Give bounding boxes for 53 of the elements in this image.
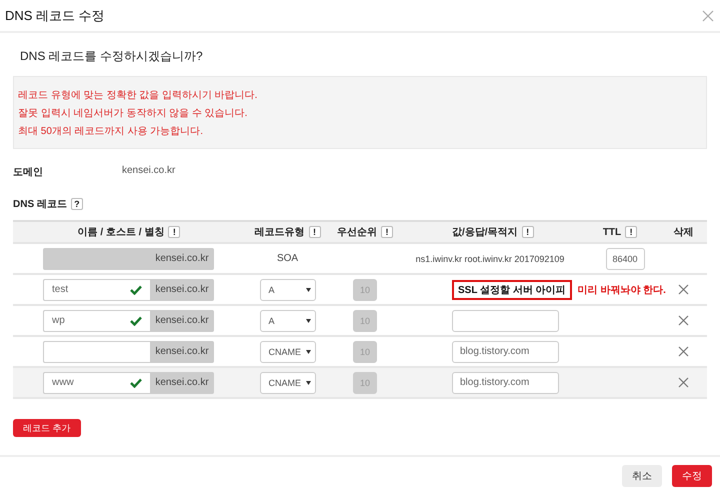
record-type-select[interactable]: A <box>260 310 316 332</box>
domain-suffix: kensei.co.kr <box>150 372 214 394</box>
column-header: 우선순위 <box>337 226 377 239</box>
confirm-button[interactable]: 수정 <box>672 465 712 487</box>
host-field[interactable] <box>43 340 150 362</box>
column-header: 삭제 <box>674 226 694 239</box>
notice-text: 잘못 입력시 네임서버가 동작하지 않을 수 있습니다. <box>17 107 248 121</box>
delete-icon[interactable] <box>678 346 689 357</box>
caret-icon <box>306 288 310 292</box>
value-field[interactable]: blog.tistory.com <box>452 372 559 394</box>
domain-suffix: kensei.co.kr <box>150 248 214 270</box>
record-type: SOA <box>276 253 298 264</box>
records-label: DNS 레코드 <box>13 198 67 211</box>
value-field[interactable]: blog.tistory.com <box>452 340 559 362</box>
column-header: 이름 / 호스트 / 별칭 <box>78 226 164 239</box>
close-icon[interactable] <box>702 10 714 22</box>
column-header: 값/응답/목적지 <box>452 226 518 239</box>
help-button[interactable]: ! <box>522 226 534 238</box>
help-button[interactable]: ! <box>625 226 638 238</box>
domain-value: kensei.co.kr <box>122 165 176 178</box>
domain-label: 도메인 <box>13 166 44 180</box>
value-field[interactable] <box>452 310 559 332</box>
host-field[interactable]: wp <box>43 310 150 332</box>
caret-icon <box>306 350 310 354</box>
record-type-select[interactable]: CNAME <box>260 340 316 362</box>
host-field[interactable]: test <box>43 278 150 300</box>
column-header: 레코드유형 <box>254 226 304 239</box>
record-type-select[interactable]: CNAME <box>260 372 316 394</box>
caret-icon <box>306 380 310 384</box>
delete-icon[interactable] <box>678 377 689 388</box>
caret-icon <box>306 318 310 322</box>
question-text: DNS 레코드를 수정하시겠습니까? <box>19 48 204 65</box>
dialog-title: DNS 레코드 수정 <box>5 6 105 24</box>
help-button[interactable]: ? <box>70 198 83 210</box>
record-value: ns1.iwinv.kr root.iwinv.kr 2017092109 <box>416 254 564 264</box>
column-header: TTL <box>602 226 622 238</box>
help-button[interactable]: ! <box>168 226 180 238</box>
domain-suffix: kensei.co.kr <box>150 310 214 332</box>
annotation-text: 미리 바꿔놔야 한다. <box>578 284 666 296</box>
delete-icon[interactable] <box>678 284 689 295</box>
help-button[interactable]: ! <box>381 226 393 238</box>
add-record-button[interactable]: 레코드 추가 <box>13 419 81 437</box>
record-type-select[interactable]: A <box>260 278 316 300</box>
annotation-box: SSL 설정할 서버 아이피 <box>452 280 572 300</box>
cancel-button[interactable]: 취소 <box>622 465 662 487</box>
domain-suffix: kensei.co.kr <box>150 278 214 300</box>
notice-text: 최대 50개의 레코드까지 사용 가능합니다. <box>17 125 204 139</box>
host-field[interactable]: www <box>43 372 150 394</box>
delete-icon[interactable] <box>678 315 689 326</box>
notice-text: 레코드 유형에 맞는 정확한 값을 입력하시기 바랍니다. <box>17 89 258 103</box>
help-button[interactable]: ! <box>308 226 320 238</box>
ttl-field[interactable]: 86400 <box>606 248 644 270</box>
domain-suffix: kensei.co.kr <box>150 340 214 362</box>
